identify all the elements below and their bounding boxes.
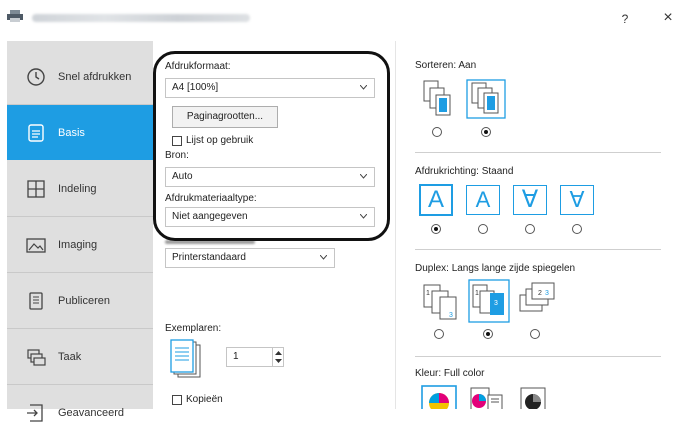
print-size-label: Afdrukformaat: — [165, 61, 231, 72]
collate-on-radio[interactable] — [481, 127, 491, 137]
orientation-landscape-rotated-radio[interactable] — [572, 224, 582, 234]
sidebar: Snel afdrukken Basis Indeling Imaging Pu… — [7, 41, 153, 422]
full-color-icon[interactable] — [421, 385, 457, 409]
chevron-down-icon — [360, 214, 367, 219]
copies-checkbox-label: Kopieën — [186, 394, 223, 405]
orientation-portrait-radio[interactable] — [431, 224, 441, 234]
letter-a-rotated-icon: ∀ — [521, 186, 539, 213]
copies-label: Exemplaren: — [165, 323, 222, 334]
page-sizes-button[interactable]: Paginagrootten... — [172, 106, 278, 128]
advanced-arrow-icon — [27, 403, 43, 422]
image-icon — [26, 237, 46, 253]
caret-down-icon[interactable] — [275, 359, 282, 363]
svg-text:1: 1 — [475, 290, 479, 297]
copies-stack-icon — [170, 339, 201, 378]
source-value: Auto — [172, 171, 193, 182]
media-type-label: Afdrukmateriaaltype: — [165, 193, 257, 204]
sidebar-item-geavanceerd[interactable]: Geavanceerd — [7, 385, 153, 440]
clock-icon — [27, 67, 45, 86]
orientation-portrait-rotated-tile[interactable]: ∀ — [513, 185, 547, 215]
svg-text:3: 3 — [449, 312, 453, 319]
destination-dropdown[interactable]: Printerstandaard — [165, 248, 335, 268]
collate-value: Aan — [458, 60, 477, 71]
divider — [415, 356, 661, 357]
media-type-value: Niet aangegeven — [172, 211, 248, 222]
grid-layout-icon — [27, 179, 45, 198]
help-button[interactable]: ? — [618, 12, 632, 26]
media-type-dropdown[interactable]: Niet aangegeven — [165, 207, 375, 227]
divider — [415, 249, 661, 250]
svg-text:1: 1 — [426, 290, 430, 297]
title-bar: ? × — [0, 0, 683, 38]
sidebar-item-label: Indeling — [58, 182, 97, 195]
sidebar-item-label: Publiceren — [58, 294, 110, 307]
sidebar-item-snel-afdrukken[interactable]: Snel afdrukken — [7, 49, 153, 104]
sidebar-item-label: Geavanceerd — [58, 406, 125, 419]
collate-off-icon[interactable] — [422, 79, 452, 119]
source-dropdown[interactable]: Auto — [165, 167, 375, 187]
sidebar-item-label: Taak — [58, 350, 82, 363]
sidebar-item-label: Imaging — [58, 238, 98, 251]
collate-on-icon[interactable] — [466, 79, 506, 119]
color-value: Full color — [443, 368, 485, 379]
duplex-off-icon[interactable]: 1 3 — [420, 281, 460, 321]
booklet-icon — [29, 291, 43, 310]
print-size-value: A4 [100%] — [172, 82, 219, 93]
sidebar-item-label: Basis — [58, 126, 85, 139]
duplex-long-edge-radio[interactable] — [483, 329, 493, 339]
sidebar-item-publiceren[interactable]: Publiceren — [7, 273, 153, 328]
svg-text:2: 2 — [538, 290, 542, 297]
close-button[interactable]: × — [660, 10, 676, 26]
copies-value: 1 — [233, 351, 239, 362]
list-in-use-checkbox[interactable] — [172, 136, 182, 146]
sidebar-item-imaging[interactable]: Imaging — [7, 217, 153, 272]
sidebar-item-basis[interactable]: Basis — [7, 105, 153, 160]
collate-off-radio[interactable] — [432, 127, 442, 137]
caret-up-icon[interactable] — [275, 351, 282, 355]
divider — [395, 41, 396, 409]
orientation-portrait-rotated-radio[interactable] — [525, 224, 535, 234]
sidebar-item-label: Snel afdrukken — [58, 70, 132, 83]
copies-checkbox[interactable] — [172, 395, 182, 405]
printer-app-icon — [7, 10, 23, 22]
auto-color-icon[interactable] — [468, 385, 504, 409]
letter-a-icon: A — [427, 186, 444, 213]
chevron-down-icon — [360, 174, 367, 179]
duplex-long-edge-icon[interactable]: 1 3 — [468, 279, 510, 323]
chevron-down-icon — [320, 255, 327, 260]
stack-icon — [27, 348, 46, 366]
color-label: Kleur: Full color — [415, 368, 485, 379]
black-white-icon[interactable] — [515, 385, 551, 409]
divider — [415, 152, 661, 153]
list-in-use-label: Lijst op gebruik — [186, 135, 254, 146]
duplex-short-edge-icon[interactable]: 2 3 — [516, 281, 556, 321]
sidebar-item-taak[interactable]: Taak — [7, 329, 153, 384]
document-icon — [28, 123, 44, 142]
duplex-value: Langs lange zijde spiegelen — [451, 263, 576, 274]
letter-a-icon: A — [475, 187, 491, 212]
orientation-landscape-tile[interactable]: A — [466, 185, 500, 215]
destination-value: Printerstandaard — [172, 252, 246, 263]
duplex-short-edge-radio[interactable] — [530, 329, 540, 339]
chevron-down-icon — [360, 85, 367, 90]
basic-settings-panel: Afdrukformaat: A4 [100%] Paginagrootten.… — [153, 41, 389, 409]
duplex-off-radio[interactable] — [434, 329, 444, 339]
orientation-value: Staand — [481, 166, 514, 177]
source-label: Bron: — [165, 150, 189, 161]
svg-text:3: 3 — [494, 300, 498, 307]
orientation-label: Afdrukrichting: Staand — [415, 166, 514, 177]
orientation-portrait-tile[interactable]: A — [419, 184, 453, 216]
letter-a-rotated-icon: ∀ — [569, 187, 585, 212]
svg-text:3: 3 — [545, 290, 549, 297]
duplex-label: Duplex: Langs lange zijde spiegelen — [415, 263, 576, 274]
window-title-obscured — [32, 14, 250, 22]
sidebar-item-indeling[interactable]: Indeling — [7, 161, 153, 216]
orientation-landscape-radio[interactable] — [478, 224, 488, 234]
obscured-label — [165, 240, 255, 244]
collate-label: Sorteren: Aan — [415, 60, 477, 71]
orientation-landscape-rotated-tile[interactable]: ∀ — [560, 185, 594, 215]
copies-stepper[interactable] — [272, 348, 283, 366]
print-size-dropdown[interactable]: A4 [100%] — [165, 78, 375, 98]
